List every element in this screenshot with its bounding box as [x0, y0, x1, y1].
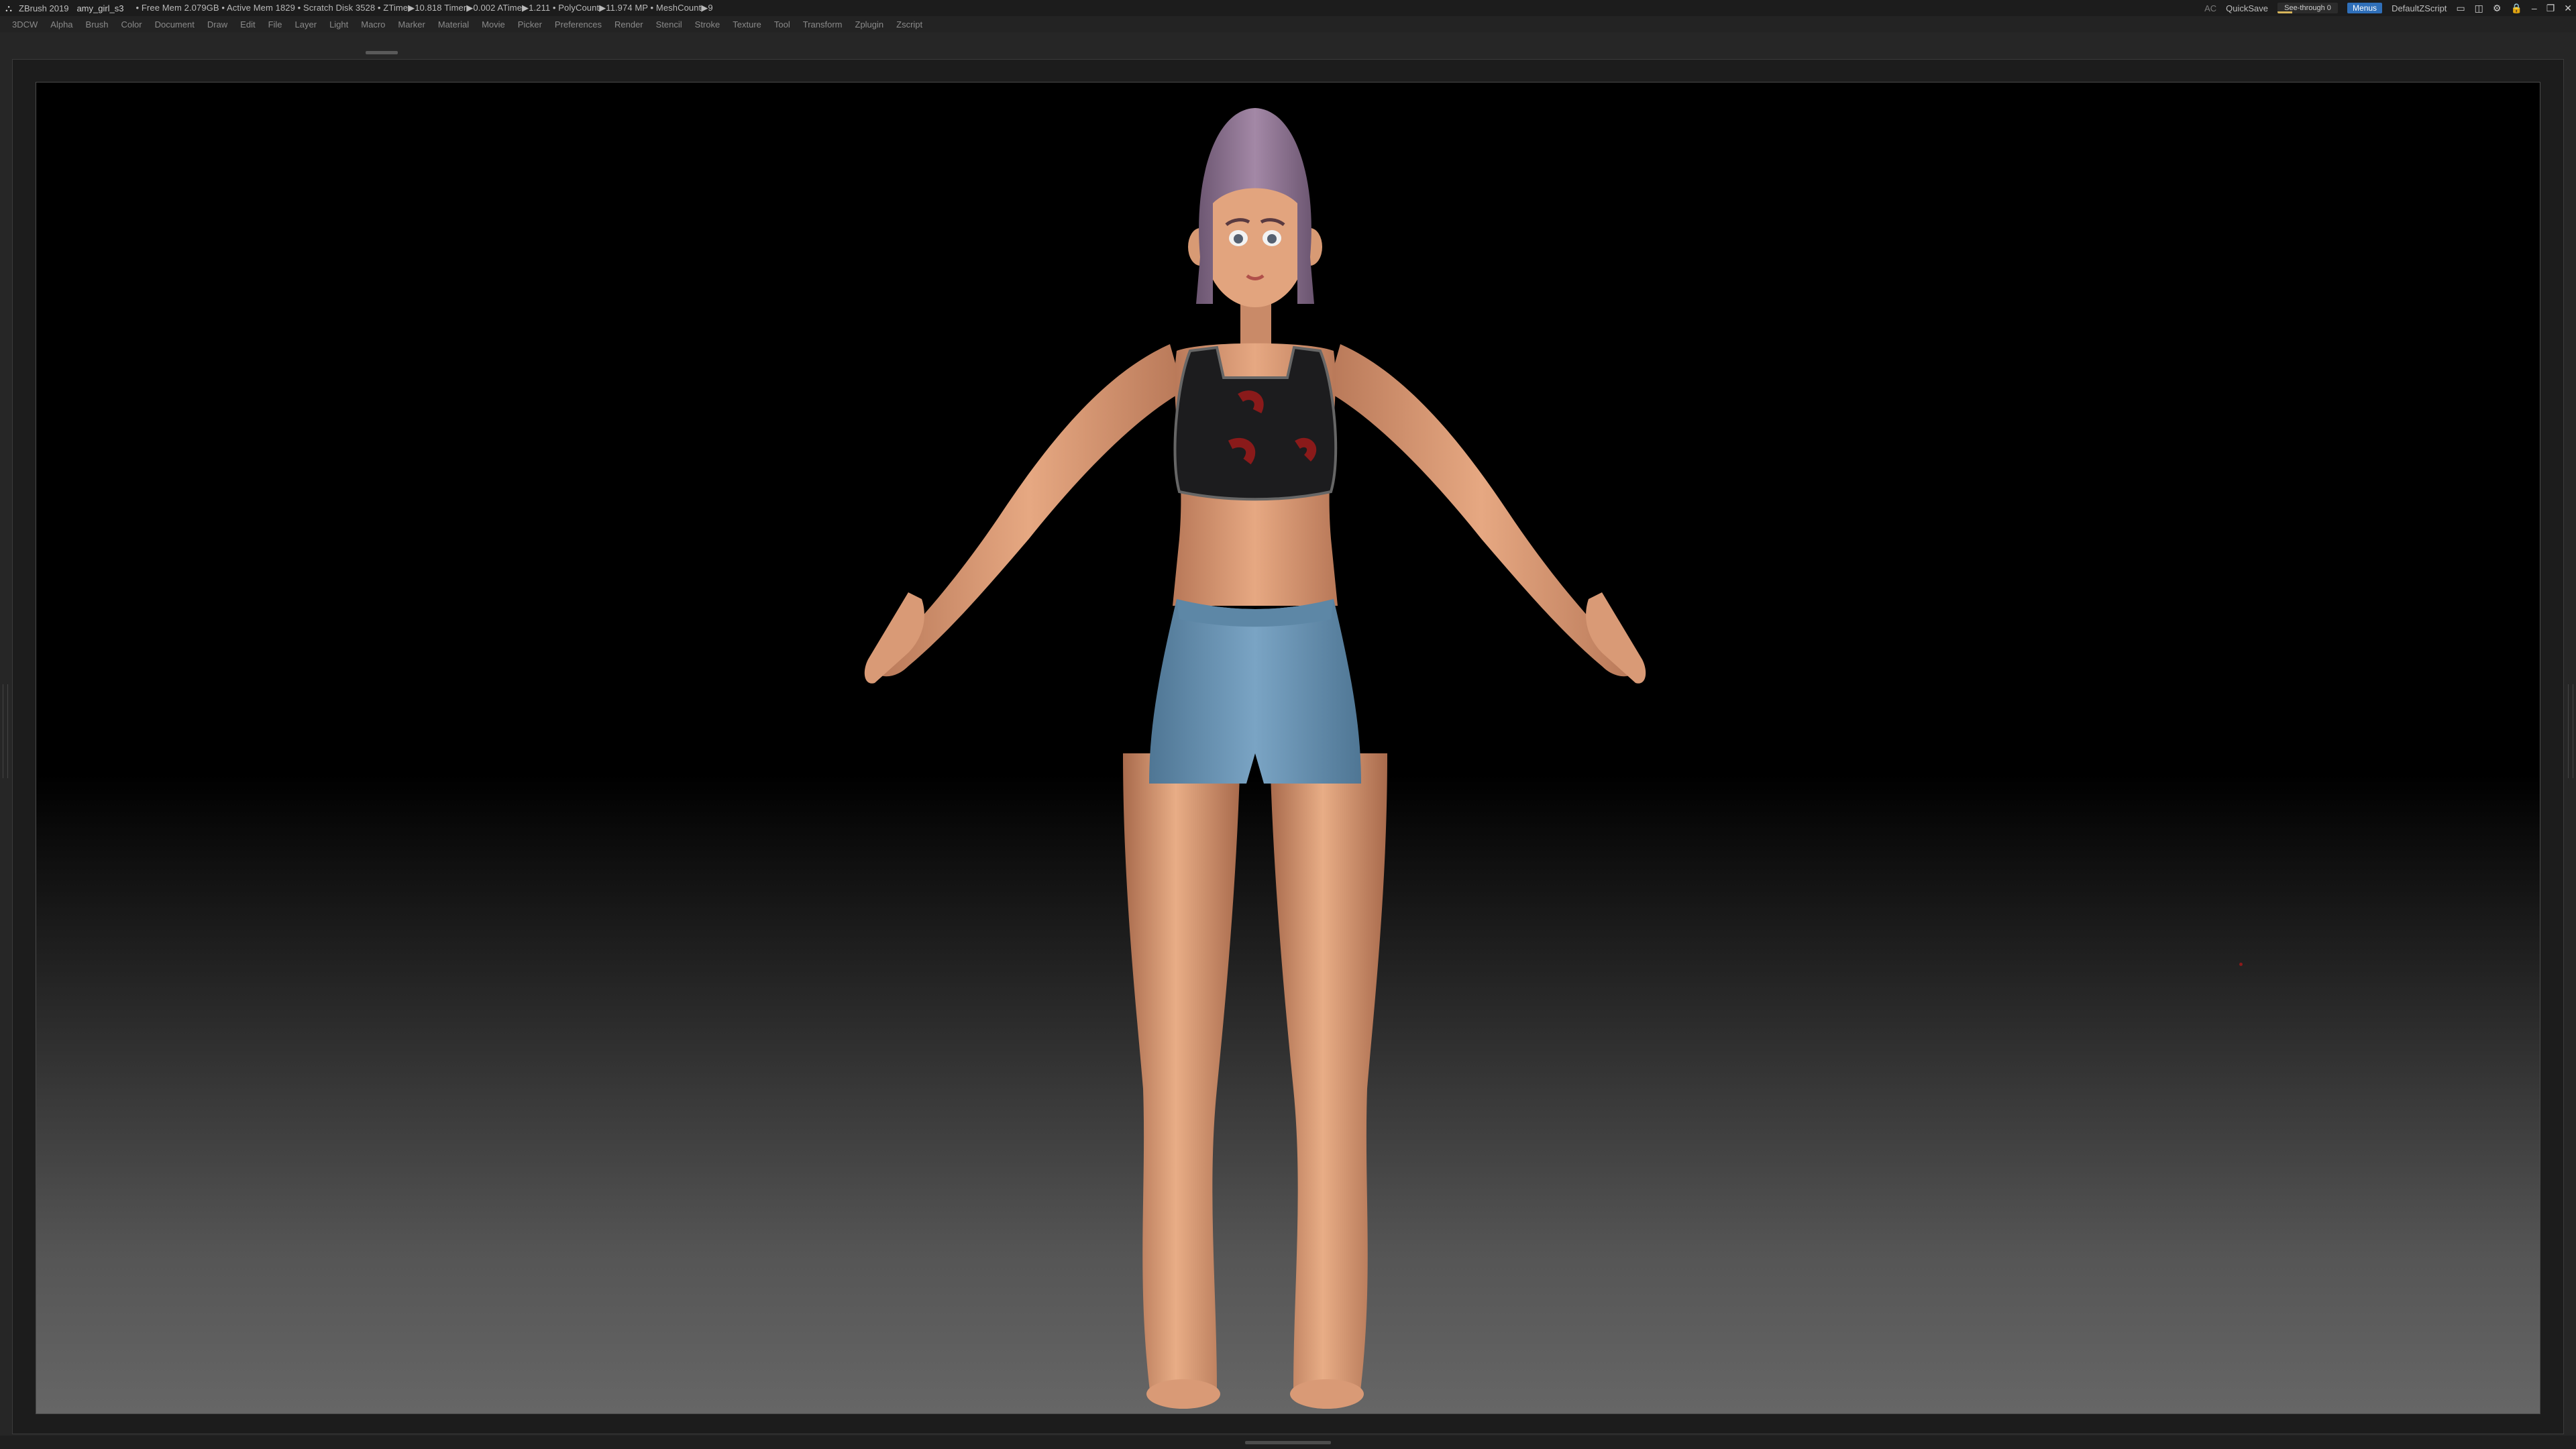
menu-picker[interactable]: Picker [518, 19, 542, 30]
menu-marker[interactable]: Marker [398, 19, 425, 30]
menu-stroke[interactable]: Stroke [695, 19, 720, 30]
document-canvas[interactable] [36, 82, 2540, 1414]
left-foot [1146, 1379, 1220, 1409]
top-shelf [0, 32, 2576, 59]
window-controls: ▭ ◫ ⚙ 🔒 – ❐ ✕ [2456, 3, 2572, 14]
shelf-resize-handle[interactable] [366, 51, 398, 54]
title-bar: ⛬ ZBrush 2019 amy_girl_s3 • Free Mem 2.0… [0, 0, 2576, 16]
title-bar-controls: AC QuickSave See-through 0 Menus Default… [2204, 0, 2572, 16]
layout-icon[interactable]: ▭ [2456, 3, 2465, 14]
menu-bar: 3DCW Alpha Brush Color Document Draw Edi… [0, 16, 2576, 32]
zbrush-window: ⛬ ZBrush 2019 amy_girl_s3 • Free Mem 2.0… [0, 0, 2576, 1449]
menu-render[interactable]: Render [614, 19, 643, 30]
bottom-tray-handle[interactable] [1245, 1441, 1331, 1444]
menu-tool[interactable]: Tool [774, 19, 790, 30]
right-foot [1290, 1379, 1364, 1409]
menu-edit[interactable]: Edit [240, 19, 255, 30]
quicksave-button[interactable]: QuickSave [2226, 3, 2268, 13]
menu-3dcw[interactable]: 3DCW [12, 19, 38, 30]
default-zscript-button[interactable]: DefaultZScript [2392, 3, 2447, 13]
see-through-fill [2277, 11, 2293, 13]
menu-movie[interactable]: Movie [482, 19, 505, 30]
close-icon[interactable]: ✕ [2564, 3, 2572, 14]
palette-icon[interactable]: ◫ [2475, 3, 2483, 14]
character-model[interactable] [36, 83, 2540, 1414]
left-tray-handle[interactable] [3, 684, 8, 778]
menu-texture[interactable]: Texture [733, 19, 761, 30]
right-iris [1267, 234, 1277, 244]
menu-stencil[interactable]: Stencil [656, 19, 682, 30]
maximize-icon[interactable]: ❐ [2546, 3, 2555, 14]
menu-light[interactable]: Light [329, 19, 348, 30]
menu-preferences[interactable]: Preferences [555, 19, 602, 30]
right-leg [1270, 753, 1387, 1391]
left-iris [1234, 234, 1243, 244]
menu-zscript[interactable]: Zscript [896, 19, 922, 30]
see-through-slider[interactable]: See-through 0 [2277, 3, 2339, 13]
app-name: ZBrush 2019 [19, 3, 69, 13]
minimize-icon[interactable]: – [2532, 3, 2537, 14]
menu-material[interactable]: Material [438, 19, 469, 30]
menu-zplugin[interactable]: Zplugin [855, 19, 884, 30]
menu-transform[interactable]: Transform [803, 19, 843, 30]
menu-document[interactable]: Document [155, 19, 195, 30]
left-leg [1123, 753, 1240, 1391]
lock-icon[interactable]: 🔒 [2510, 3, 2522, 14]
menus-button[interactable]: Menus [2347, 3, 2383, 13]
menu-layer[interactable]: Layer [295, 19, 317, 30]
cursor-marker [2239, 963, 2243, 966]
menu-color[interactable]: Color [121, 19, 142, 30]
file-name: amy_girl_s3 [76, 3, 124, 13]
menu-brush[interactable]: Brush [86, 19, 109, 30]
menu-macro[interactable]: Macro [361, 19, 385, 30]
system-stats: • Free Mem 2.079GB • Active Mem 1829 • S… [136, 3, 713, 13]
menu-file[interactable]: File [268, 19, 282, 30]
settings-icon[interactable]: ⚙ [2493, 3, 2502, 14]
menu-draw[interactable]: Draw [207, 19, 227, 30]
right-tray-handle[interactable] [2568, 684, 2573, 778]
zbrush-logo-icon[interactable]: ⛬ [3, 2, 15, 14]
ac-button[interactable]: AC [2204, 3, 2216, 13]
menu-alpha[interactable]: Alpha [50, 19, 72, 30]
